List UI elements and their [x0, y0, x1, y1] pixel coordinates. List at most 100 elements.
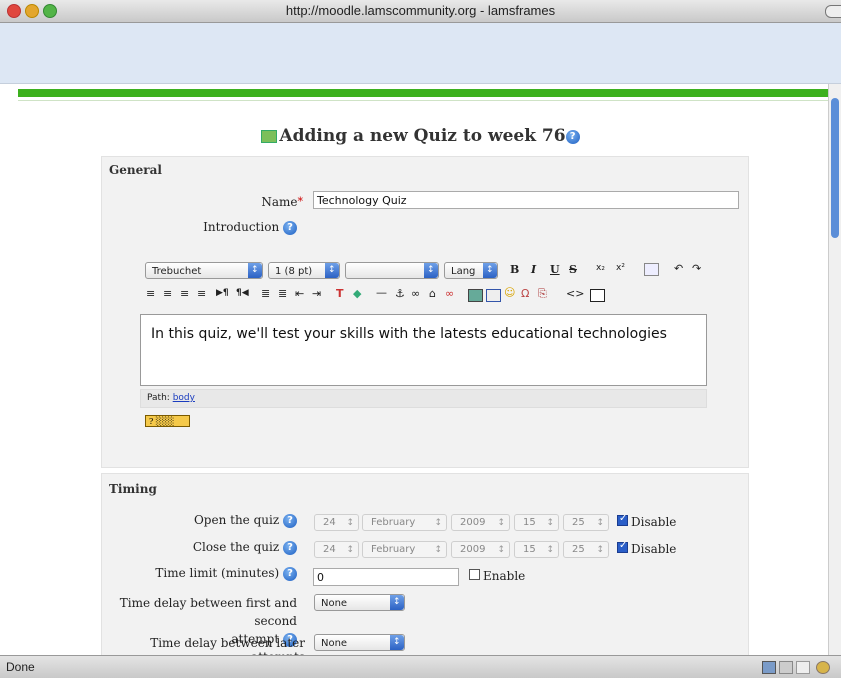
close-hour-select[interactable]: 15 ↕: [514, 541, 559, 558]
name-label: Name*: [261, 195, 303, 209]
dropdown-arrow-icon: ↕: [546, 545, 554, 555]
time-limit-label: Time limit (minutes) ?: [120, 566, 297, 581]
unlink-icon[interactable]: ⌂: [429, 287, 436, 300]
dropdown-arrow-icon: ↕: [434, 518, 442, 528]
time-limit-input[interactable]: 0: [313, 568, 459, 586]
general-legend: General: [109, 163, 162, 177]
delay1-select[interactable]: None: [314, 594, 405, 611]
dropdown-arrow-icon: [390, 634, 404, 651]
open-disable-checkbox[interactable]: [617, 513, 628, 526]
smiley-icon[interactable]: ☺: [504, 286, 515, 299]
insert-table-icon[interactable]: [486, 289, 501, 302]
align-right-icon[interactable]: ≡: [180, 287, 189, 300]
close-quiz-label: Close the quiz ?: [150, 540, 297, 555]
open-month-select[interactable]: February ↕: [362, 514, 447, 531]
status-bar: Done: [0, 655, 841, 678]
redo-icon[interactable]: ↷: [692, 262, 701, 275]
time-limit-enable-checkbox[interactable]: [469, 569, 480, 580]
time-limit-enable-label: Enable: [483, 569, 526, 583]
help-icon[interactable]: ?: [283, 566, 297, 581]
open-day-select[interactable]: 24 ↕: [314, 514, 359, 531]
header-green-bar: [18, 89, 828, 97]
search-replace-icon[interactable]: ⎘: [538, 287, 547, 301]
dropdown-arrow-icon: ↕: [596, 545, 604, 555]
emoticon-help-button[interactable]: ? ░░░: [145, 415, 190, 427]
anchor-icon[interactable]: ⚓: [395, 287, 405, 300]
align-left-icon[interactable]: ≡: [146, 287, 155, 300]
close-disable-checkbox[interactable]: [617, 540, 628, 553]
subscript-button[interactable]: x₂: [596, 263, 605, 273]
open-quiz-label: Open the quiz ?: [150, 513, 297, 528]
font-size-select[interactable]: 1 (8 pt): [268, 262, 340, 279]
mail-icon[interactable]: [796, 661, 810, 674]
dropdown-arrow-icon: [483, 262, 497, 279]
name-input[interactable]: Technology Quiz: [313, 191, 739, 209]
editor-content: In this quiz, we'll test your skills wit…: [151, 326, 667, 342]
help-icon[interactable]: ?: [283, 513, 297, 528]
open-year-select[interactable]: 2009 ↕: [451, 514, 510, 531]
vertical-scrollbar[interactable]: [828, 84, 841, 655]
screen-icon[interactable]: [762, 661, 776, 674]
nolink-icon[interactable]: ∞: [445, 287, 454, 300]
special-char-icon[interactable]: Ω: [521, 287, 529, 300]
language-select[interactable]: Lang: [444, 262, 498, 279]
grid-icon[interactable]: [779, 661, 793, 674]
header-divider: [18, 100, 828, 101]
close-year-select[interactable]: 2009 ↕: [451, 541, 510, 558]
introduction-label: Introduction ?: [150, 220, 297, 235]
text-color-icon[interactable]: T: [336, 287, 344, 300]
dropdown-arrow-icon: ↕: [546, 518, 554, 528]
ltr-icon[interactable]: ▶¶: [216, 288, 229, 298]
bug-icon[interactable]: [816, 661, 830, 674]
background-color-icon[interactable]: ◆: [353, 287, 361, 300]
help-icon[interactable]: ?: [565, 129, 580, 144]
align-center-icon[interactable]: ≡: [163, 287, 172, 300]
ordered-list-icon[interactable]: ≣: [261, 287, 270, 300]
timing-legend: Timing: [109, 482, 157, 496]
dropdown-arrow-icon: ↕: [497, 518, 505, 528]
close-month-select[interactable]: February ↕: [362, 541, 447, 558]
close-day-select[interactable]: 24 ↕: [314, 541, 359, 558]
page-title: Adding a new Quiz to week 76: [279, 126, 566, 146]
outdent-icon[interactable]: ⇤: [295, 287, 304, 300]
italic-button[interactable]: I: [531, 263, 536, 276]
introduction-editor[interactable]: In this quiz, we'll test your skills wit…: [140, 314, 707, 386]
open-minute-select[interactable]: 25 ↕: [563, 514, 609, 531]
bold-button[interactable]: B: [510, 263, 519, 276]
indent-icon[interactable]: ⇥: [312, 287, 321, 300]
insert-image-icon[interactable]: [468, 289, 483, 302]
browser-toolbar-area: [0, 23, 841, 84]
dropdown-arrow-icon: ↕: [596, 518, 604, 528]
path-body-link[interactable]: body: [173, 393, 195, 403]
scrollbar-thumb[interactable]: [831, 98, 839, 238]
underline-button[interactable]: U: [550, 263, 560, 276]
dropdown-arrow-icon: ↕: [346, 518, 354, 528]
horizontal-rule-icon[interactable]: —: [376, 286, 387, 299]
quiz-icon: [261, 130, 278, 143]
fullscreen-icon[interactable]: [590, 289, 605, 302]
dropdown-arrow-icon: ↕: [497, 545, 505, 555]
dropdown-arrow-icon: ↕: [434, 545, 442, 555]
help-icon[interactable]: ?: [283, 540, 297, 555]
html-source-icon[interactable]: <>: [566, 287, 584, 300]
paste-word-icon[interactable]: [644, 263, 659, 276]
help-icon[interactable]: ?: [283, 220, 297, 235]
open-hour-select[interactable]: 15 ↕: [514, 514, 559, 531]
superscript-button[interactable]: x²: [616, 263, 625, 273]
strikethrough-button[interactable]: S: [569, 263, 577, 276]
link-icon[interactable]: ∞: [411, 287, 420, 300]
rtl-icon[interactable]: ¶◀: [236, 288, 249, 298]
undo-icon[interactable]: ↶: [674, 262, 683, 275]
close-disable-label: Disable: [631, 542, 677, 556]
toolbar-toggle-button[interactable]: [825, 5, 841, 18]
page-heading: Adding a new Quiz to week 76?: [0, 126, 829, 146]
delay2-select[interactable]: None: [314, 634, 405, 651]
dropdown-arrow-icon: [248, 262, 262, 279]
dropdown-arrow-icon: [325, 262, 339, 279]
close-minute-select[interactable]: 25 ↕: [563, 541, 609, 558]
window-title: http://moodle.lamscommunity.org - lamsfr…: [285, 3, 556, 18]
style-select[interactable]: [345, 262, 439, 279]
unordered-list-icon[interactable]: ≣: [278, 287, 287, 300]
font-family-select[interactable]: Trebuchet: [145, 262, 263, 279]
justify-icon[interactable]: ≡: [197, 287, 206, 300]
